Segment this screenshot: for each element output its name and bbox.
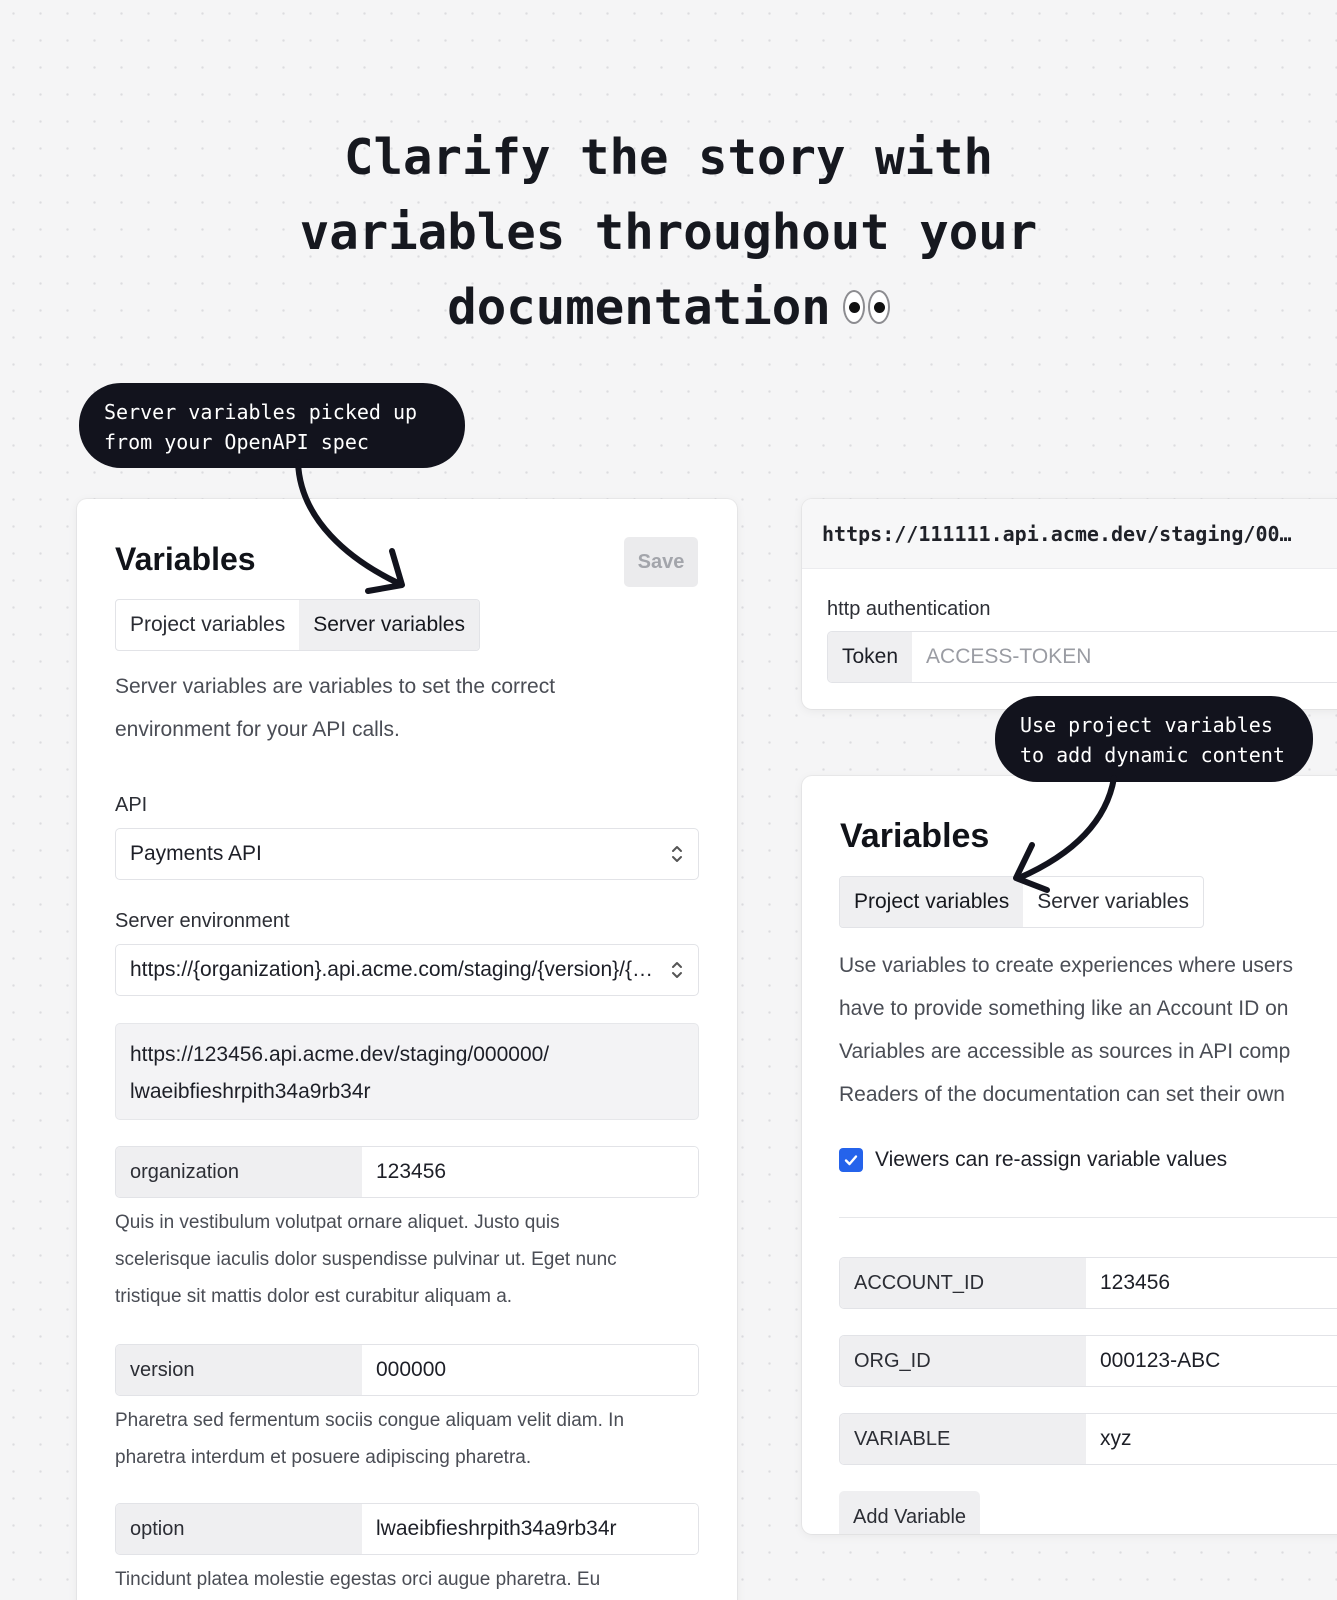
add-variable-button[interactable]: Add Variable [839, 1491, 981, 1534]
help-line: tristique sit mattis dolor est curabitur… [115, 1286, 513, 1307]
api-select[interactable]: Payments API [115, 828, 699, 880]
token-field: Token ACCESS-TOKEN [827, 631, 1337, 683]
help-line: scelerisque iaculis dolor suspendisse pu… [115, 1249, 617, 1270]
resolved-url-line-2: lwaeibfieshrpith34a9rb34r [130, 1080, 371, 1103]
api-select-value: Payments API [130, 842, 262, 865]
variable-row-option: option lwaeibfieshrpith34a9rb34r [115, 1503, 699, 1555]
api-label: API [115, 794, 148, 816]
variable-key: ORG_ID [840, 1336, 1086, 1386]
hero-heading: Clarify the story with variables through… [0, 120, 1337, 345]
callout-server-variables: Server variables picked up from your Ope… [79, 383, 465, 468]
variable-value-input[interactable]: 000123-ABC [1086, 1336, 1337, 1386]
variable-key: organization [116, 1147, 362, 1197]
callout-line-1: Use project variables [1020, 713, 1273, 737]
checkbox[interactable] [839, 1148, 863, 1172]
tab-server-variables[interactable]: Server variables [1023, 877, 1203, 927]
variable-value-input[interactable]: 123456 [362, 1147, 698, 1197]
variables-tabs: Project variables Server variables [115, 599, 480, 651]
request-url: https://111111.api.acme.dev/staging/00… [802, 499, 1337, 569]
callout-project-variables: Use project variables to add dynamic con… [995, 696, 1313, 782]
variable-key: ACCOUNT_ID [840, 1258, 1086, 1308]
http-auth-label: http authentication [827, 598, 991, 620]
api-request-panel: https://111111.api.acme.dev/staging/00… … [802, 499, 1337, 709]
tab-project-variables[interactable]: Project variables [116, 600, 299, 650]
server-environment-value: https://{organization}.api.acme.com/stag… [130, 958, 655, 981]
project-variables-panel: Variables Project variables Server varia… [802, 776, 1337, 1534]
variable-row: ORG_ID 000123-ABC [839, 1335, 1337, 1387]
resolved-url-line-1: https://123456.api.acme.dev/staging/0000… [130, 1043, 550, 1066]
token-label: Token [828, 632, 913, 682]
panel-description: Use variables to create experiences wher… [839, 944, 1293, 1116]
server-environment-label: Server environment [115, 910, 290, 932]
server-variables-panel: Variables Save Project variables Server … [77, 499, 737, 1600]
variable-row-organization: organization 123456 [115, 1146, 699, 1198]
help-line: Pharetra sed fermentum sociis congue ali… [115, 1410, 625, 1431]
description-line-1: Server variables are variables to set th… [115, 675, 556, 698]
description-line: Use variables to create experiences wher… [839, 954, 1294, 977]
variable-key: VARIABLE [840, 1414, 1086, 1464]
variable-value-input[interactable]: 123456 [1086, 1258, 1337, 1308]
resolved-url: https://123456.api.acme.dev/staging/0000… [115, 1023, 699, 1120]
variable-key: version [116, 1345, 362, 1395]
hero-line-2: variables throughout your [299, 204, 1038, 261]
description-line: have to provide something like an Accoun… [839, 997, 1289, 1020]
help-line: Quis in vestibulum volutpat ornare aliqu… [115, 1212, 560, 1233]
variables-tabs: Project variables Server variables [839, 876, 1204, 928]
callout-line-2: to add dynamic content [1020, 743, 1285, 767]
callout-line-2: from your OpenAPI spec [104, 430, 369, 454]
variable-value-input[interactable]: lwaeibfieshrpith34a9rb34r [362, 1504, 698, 1554]
variable-key: option [116, 1504, 362, 1554]
check-icon [844, 1155, 858, 1166]
divider [839, 1217, 1337, 1218]
variable-value-input[interactable]: xyz [1086, 1414, 1337, 1464]
panel-title: Variables [840, 817, 990, 855]
description-line: Readers of the documentation can set the… [839, 1083, 1285, 1106]
help-line: pharetra interdum et posuere adipiscing … [115, 1447, 532, 1468]
save-button[interactable]: Save [624, 537, 698, 587]
variable-value-input[interactable]: 000000 [362, 1345, 698, 1395]
variable-help-text: Quis in vestibulum volutpat ornare aliqu… [115, 1204, 715, 1315]
panel-title: Variables [115, 541, 256, 577]
variable-row: VARIABLE xyz [839, 1413, 1337, 1465]
select-chevrons-icon [672, 846, 682, 862]
variable-row-version: version 000000 [115, 1344, 699, 1396]
reassign-checkbox-row[interactable]: Viewers can re-assign variable values [839, 1148, 1227, 1172]
tab-project-variables[interactable]: Project variables [840, 877, 1024, 927]
variable-row: ACCOUNT_ID 123456 [839, 1257, 1337, 1309]
variable-help-text: Pharetra sed fermentum sociis congue ali… [115, 1402, 715, 1476]
description-line: Variables are accessible as sources in A… [839, 1040, 1291, 1063]
hero-line-3: documentation [0, 270, 1337, 345]
checkbox-label: Viewers can re-assign variable values [875, 1148, 1228, 1171]
hero-line-1: Clarify the story with [343, 129, 993, 186]
server-environment-select[interactable]: https://{organization}.api.acme.com/stag… [115, 944, 699, 996]
tab-server-variables[interactable]: Server variables [299, 600, 479, 650]
eyes-emoji-icon [842, 289, 890, 324]
token-input[interactable]: ACCESS-TOKEN [912, 632, 1105, 682]
callout-line-1: Server variables picked up [104, 400, 418, 424]
variable-help-text: Tincidunt platea molestie egestas orci a… [115, 1561, 715, 1598]
help-line: Tincidunt platea molestie egestas orci a… [115, 1569, 601, 1590]
hero-line-3-text: documentation [447, 279, 831, 336]
panel-description: Server variables are variables to set th… [115, 665, 715, 751]
description-line-2: environment for your API calls. [115, 718, 400, 741]
select-chevrons-icon [672, 962, 682, 978]
